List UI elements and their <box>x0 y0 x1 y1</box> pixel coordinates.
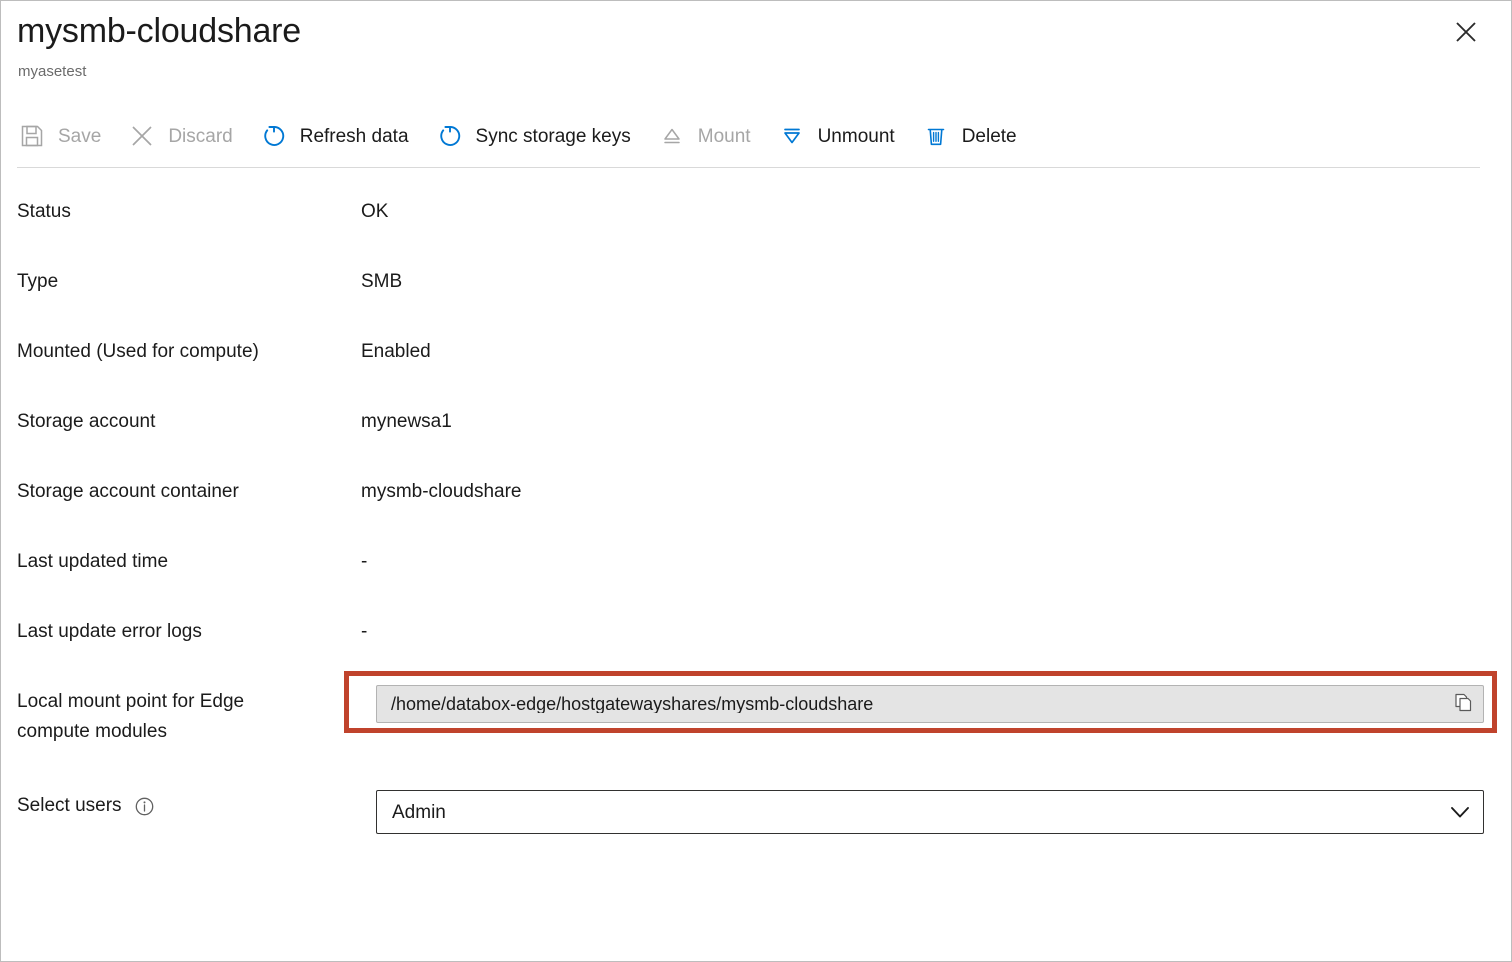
mount-icon <box>657 121 687 151</box>
close-icon <box>1455 21 1477 43</box>
select-users-label: Select users <box>17 791 122 821</box>
property-label: Storage account <box>1 399 361 437</box>
blade-panel: mysmb-cloudshare myasetest Save <box>0 0 1512 962</box>
refresh-data-button-label: Refresh data <box>300 127 409 146</box>
last-error-logs-value: - <box>361 609 1512 647</box>
property-row-type: Type SMB <box>1 259 1512 329</box>
property-label: Last updated time <box>1 539 361 577</box>
toolbar-divider <box>17 167 1480 168</box>
save-icon <box>17 121 47 151</box>
property-row-last-updated-time: Last updated time - <box>1 539 1512 609</box>
status-value: OK <box>361 189 1512 227</box>
property-label: Type <box>1 259 361 297</box>
last-updated-time-value: - <box>361 539 1512 577</box>
property-row-storage-container: Storage account container mysmb-cloudsha… <box>1 469 1512 539</box>
blade-subtitle: myasetest <box>18 62 86 82</box>
property-row-mounted: Mounted (Used for compute) Enabled <box>1 329 1512 399</box>
select-users-selected-value: Admin <box>377 803 1437 822</box>
mount-button[interactable]: Mount <box>657 114 765 158</box>
page-title: mysmb-cloudshare <box>17 9 301 53</box>
sync-storage-keys-button-label: Sync storage keys <box>476 127 631 146</box>
mount-button-label: Mount <box>698 127 751 146</box>
discard-button[interactable]: Discard <box>127 114 246 158</box>
discard-button-label: Discard <box>168 127 232 146</box>
unmount-button-label: Unmount <box>818 127 895 146</box>
sync-storage-keys-button[interactable]: Sync storage keys <box>435 114 645 158</box>
local-mount-point-label-line2: compute modules <box>17 721 167 742</box>
unmount-icon <box>777 121 807 151</box>
local-mount-point-label-line1: Local mount point for Edge <box>17 691 244 712</box>
delete-button-label: Delete <box>962 127 1017 146</box>
delete-icon <box>921 121 951 151</box>
property-label: Storage account container <box>1 469 361 507</box>
local-mount-point-label: Local mount point for Edge compute modul… <box>1 679 361 747</box>
property-row-local-mount-point: Local mount point for Edge compute modul… <box>1 679 1512 781</box>
property-label: Mounted (Used for compute) <box>1 329 361 367</box>
info-icon[interactable] <box>134 796 155 817</box>
copy-to-clipboard-button[interactable] <box>1443 686 1483 722</box>
delete-button[interactable]: Delete <box>921 114 1031 158</box>
select-users-label-wrap: Select users <box>1 781 361 821</box>
close-button[interactable] <box>1449 15 1483 49</box>
property-label: Last update error logs <box>1 609 361 647</box>
refresh-data-button[interactable]: Refresh data <box>259 114 423 158</box>
local-mount-point-field[interactable]: /home/databox-edge/hostgatewayshares/mys… <box>376 685 1484 723</box>
properties-list: Status OK Type SMB Mounted (Used for com… <box>1 189 1512 853</box>
chevron-down-icon <box>1437 799 1483 825</box>
property-row-status: Status OK <box>1 189 1512 259</box>
type-value: SMB <box>361 259 1512 297</box>
save-button-label: Save <box>58 127 101 146</box>
copy-icon <box>1453 692 1474 716</box>
property-label: Status <box>1 189 361 227</box>
refresh-icon <box>259 121 289 151</box>
storage-container-value: mysmb-cloudshare <box>361 469 1512 507</box>
property-row-storage-account: Storage account mynewsa1 <box>1 399 1512 469</box>
property-row-select-users: Select users Admin <box>1 781 1512 853</box>
unmount-button[interactable]: Unmount <box>777 114 909 158</box>
local-mount-point-value: /home/databox-edge/hostgatewayshares/mys… <box>377 695 1443 713</box>
mounted-value: Enabled <box>361 329 1512 367</box>
discard-icon <box>127 121 157 151</box>
command-bar: Save Discard Refresh data <box>17 113 1043 159</box>
select-users-dropdown[interactable]: Admin <box>376 790 1484 834</box>
sync-icon <box>435 121 465 151</box>
save-button[interactable]: Save <box>17 114 115 158</box>
property-row-last-error-logs: Last update error logs - <box>1 609 1512 679</box>
storage-account-value: mynewsa1 <box>361 399 1512 437</box>
